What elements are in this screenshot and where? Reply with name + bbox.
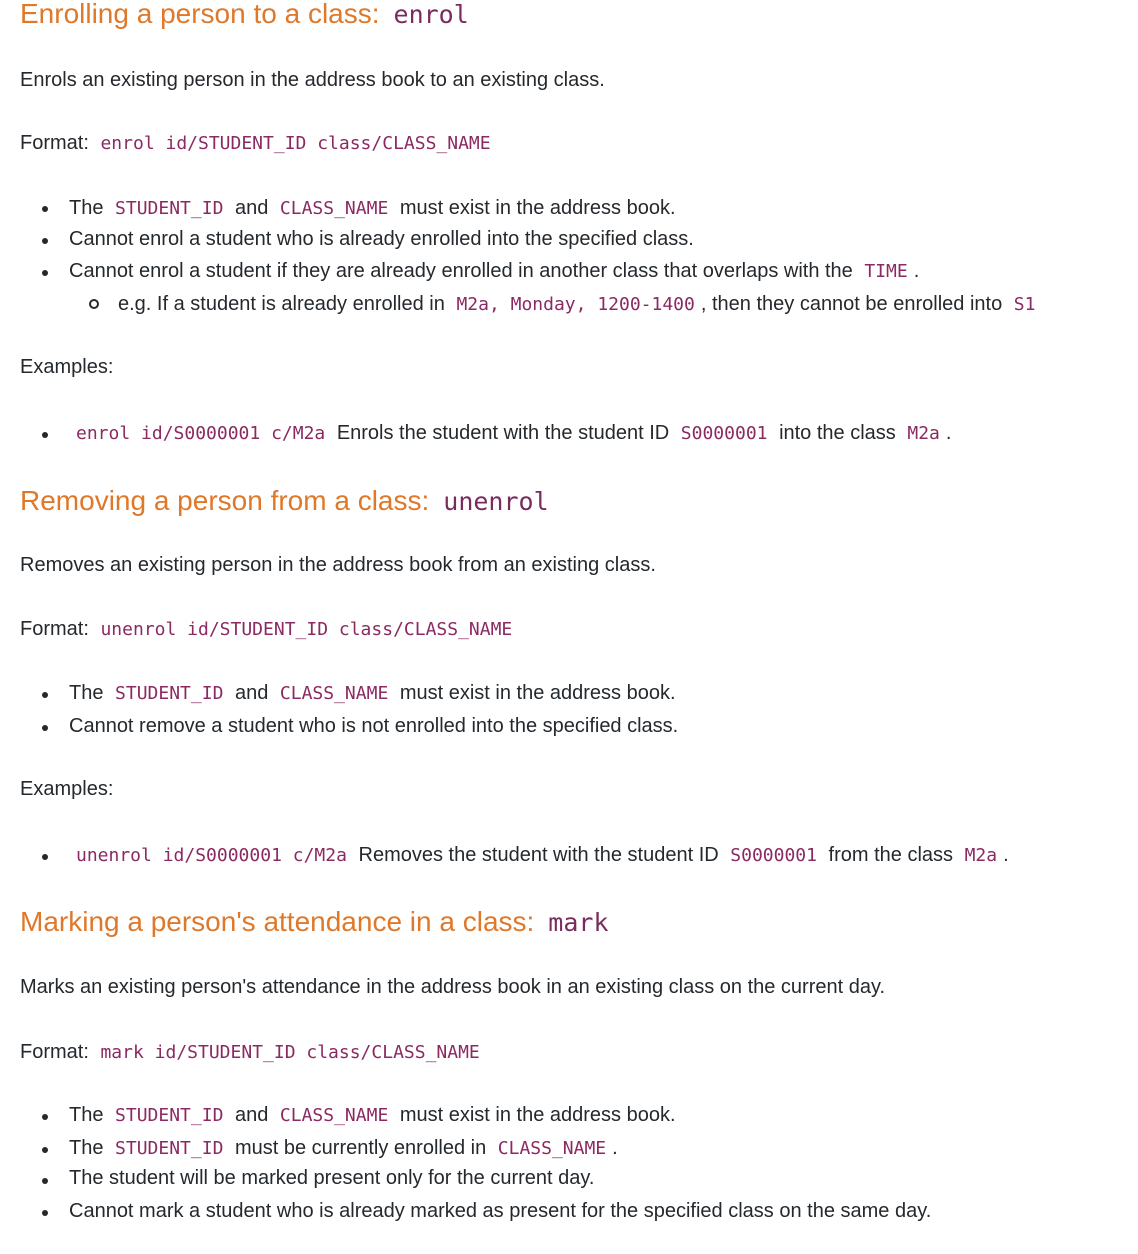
inline-code: CLASS_NAME <box>279 198 389 219</box>
bullet-text: Enrols the student with the student ID <box>336 422 670 444</box>
unenrol-heading: Removing a person from a class: unenrol <box>20 485 549 518</box>
bullet-text: and <box>234 682 269 704</box>
bullet-dot <box>42 206 48 212</box>
inline-code: STUDENT_ID <box>115 198 224 219</box>
inline-code: CLASS_NAME <box>497 1138 607 1159</box>
mark-heading-command: mark <box>548 908 609 937</box>
inline-code: STUDENT_ID <box>115 1138 224 1159</box>
enrol-heading-command: enrol <box>393 0 469 29</box>
bullet-text: . <box>1003 844 1009 866</box>
bullet-dot <box>42 1210 48 1216</box>
sub-bullet-circle <box>89 299 99 309</box>
unenrol-format: Format: unenrol id/STUDENT_ID class/CLAS… <box>20 617 518 642</box>
inline-code: M2a <box>907 423 940 444</box>
bullet-text: must be currently enrolled in <box>234 1137 487 1159</box>
bullet-text: Removes the student with the student ID <box>358 844 719 866</box>
mark-bullet-4: Cannot mark a student who is already mar… <box>69 1200 932 1222</box>
bullet-text: . <box>945 422 952 444</box>
bullet-text: must exist in the address book. <box>399 1104 676 1126</box>
enrol-description: Enrols an existing person in the address… <box>20 69 605 91</box>
bullet-text: . <box>612 1137 618 1159</box>
unenrol-example: unenrol id/S0000001 c/M2a Removes the st… <box>70 843 1009 868</box>
inline-code: M2a <box>964 845 998 866</box>
bullet-dot <box>42 238 48 244</box>
inline-code: CLASS_NAME <box>279 1105 389 1126</box>
enrol-bullet-2: Cannot enrol a student who is already en… <box>69 228 694 250</box>
bullet-text: The <box>69 1137 104 1159</box>
enrol-sub-bullet: e.g. If a student is already enrolled in… <box>118 292 1041 317</box>
bullet-text: from the class <box>828 844 954 866</box>
unenrol-heading-command: unenrol <box>443 487 549 516</box>
enrol-heading-text: Enrolling a person to a class: <box>20 0 380 29</box>
bullet-text: The <box>69 682 104 704</box>
inline-code: STUDENT_ID <box>115 1105 224 1126</box>
mark-bullet-3: The student will be marked present only … <box>69 1167 595 1189</box>
unenrol-examples-label: Examples: <box>20 778 114 800</box>
enrol-examples-label: Examples: <box>20 356 114 378</box>
mark-format-code: mark id/STUDENT_ID class/CLASS_NAME <box>100 1042 480 1063</box>
inline-code: TIME <box>864 261 908 282</box>
bullet-text: The <box>69 197 104 219</box>
inline-code: S0000001 <box>680 423 768 444</box>
mark-format: Format: mark id/STUDENT_ID class/CLASS_N… <box>20 1040 486 1065</box>
mark-heading: Marking a person's attendance in a class… <box>20 906 609 939</box>
inline-code: unenrol id/S0000001 c/M2a <box>76 845 347 866</box>
enrol-bullet-1: The STUDENT_ID and CLASS_NAME must exist… <box>69 196 676 221</box>
bullet-text: and <box>234 1104 269 1126</box>
unenrol-format-code: unenrol id/STUDENT_ID class/CLASS_NAME <box>100 619 513 640</box>
bullet-text: must exist in the address book. <box>399 682 676 704</box>
bullet-dot <box>42 854 48 860</box>
bullet-text: e.g. If a student is already enrolled in <box>118 293 445 315</box>
inline-code: S0000001 <box>730 845 817 866</box>
bullet-dot <box>42 692 48 698</box>
bullet-dot <box>42 270 48 276</box>
mark-description: Marks an existing person's attendance in… <box>20 976 886 998</box>
enrol-example: enrol id/S0000001 c/M2a Enrols the stude… <box>70 421 951 446</box>
inline-code: STUDENT_ID <box>115 683 224 704</box>
enrol-format-code: enrol id/STUDENT_ID class/CLASS_NAME <box>100 133 491 154</box>
unenrol-bullet-2: Cannot remove a student who is not enrol… <box>69 715 679 737</box>
bullet-dot <box>42 1178 48 1184</box>
unenrol-heading-text: Removing a person from a class: <box>20 485 430 516</box>
format-label: Format: <box>20 132 89 154</box>
enrol-format: Format: enrol id/STUDENT_ID class/CLASS_… <box>20 131 497 156</box>
bullet-dot <box>42 432 48 438</box>
bullet-text: Cannot enrol a student if they are alrea… <box>69 260 853 282</box>
bullet-dot <box>42 725 48 731</box>
bullet-text: , then they cannot be enrolled into <box>700 293 1003 315</box>
bullet-text: and <box>234 197 269 219</box>
bullet-text: must exist in the address book. <box>399 197 676 219</box>
enrol-heading: Enrolling a person to a class: enrol <box>20 0 469 31</box>
mark-heading-text: Marking a person's attendance in a class… <box>20 906 535 937</box>
bullet-text: . <box>913 260 920 282</box>
unenrol-description: Removes an existing person in the addres… <box>20 554 656 576</box>
enrol-bullet-3: Cannot enrol a student if they are alrea… <box>69 259 919 284</box>
bullet-text: into the class <box>779 422 896 444</box>
format-label: Format: <box>20 618 89 640</box>
inline-code: enrol id/S0000001 c/M2a <box>76 423 326 444</box>
mark-bullet-1: The STUDENT_ID and CLASS_NAME must exist… <box>69 1103 676 1128</box>
inline-code: M2a, Monday, 1200-1400 <box>456 294 695 315</box>
bullet-text: The <box>69 1104 104 1126</box>
unenrol-bullet-1: The STUDENT_ID and CLASS_NAME must exist… <box>69 681 676 706</box>
inline-code: CLASS_NAME <box>279 683 389 704</box>
inline-code: S1 <box>1013 294 1036 315</box>
bullet-dot <box>42 1114 48 1120</box>
document-page: Enrolling a person to a class: enrol Enro… <box>0 0 1138 1254</box>
bullet-dot <box>42 1147 48 1153</box>
format-label: Format: <box>20 1041 89 1063</box>
mark-bullet-2: The STUDENT_ID must be currently enrolle… <box>69 1136 618 1161</box>
